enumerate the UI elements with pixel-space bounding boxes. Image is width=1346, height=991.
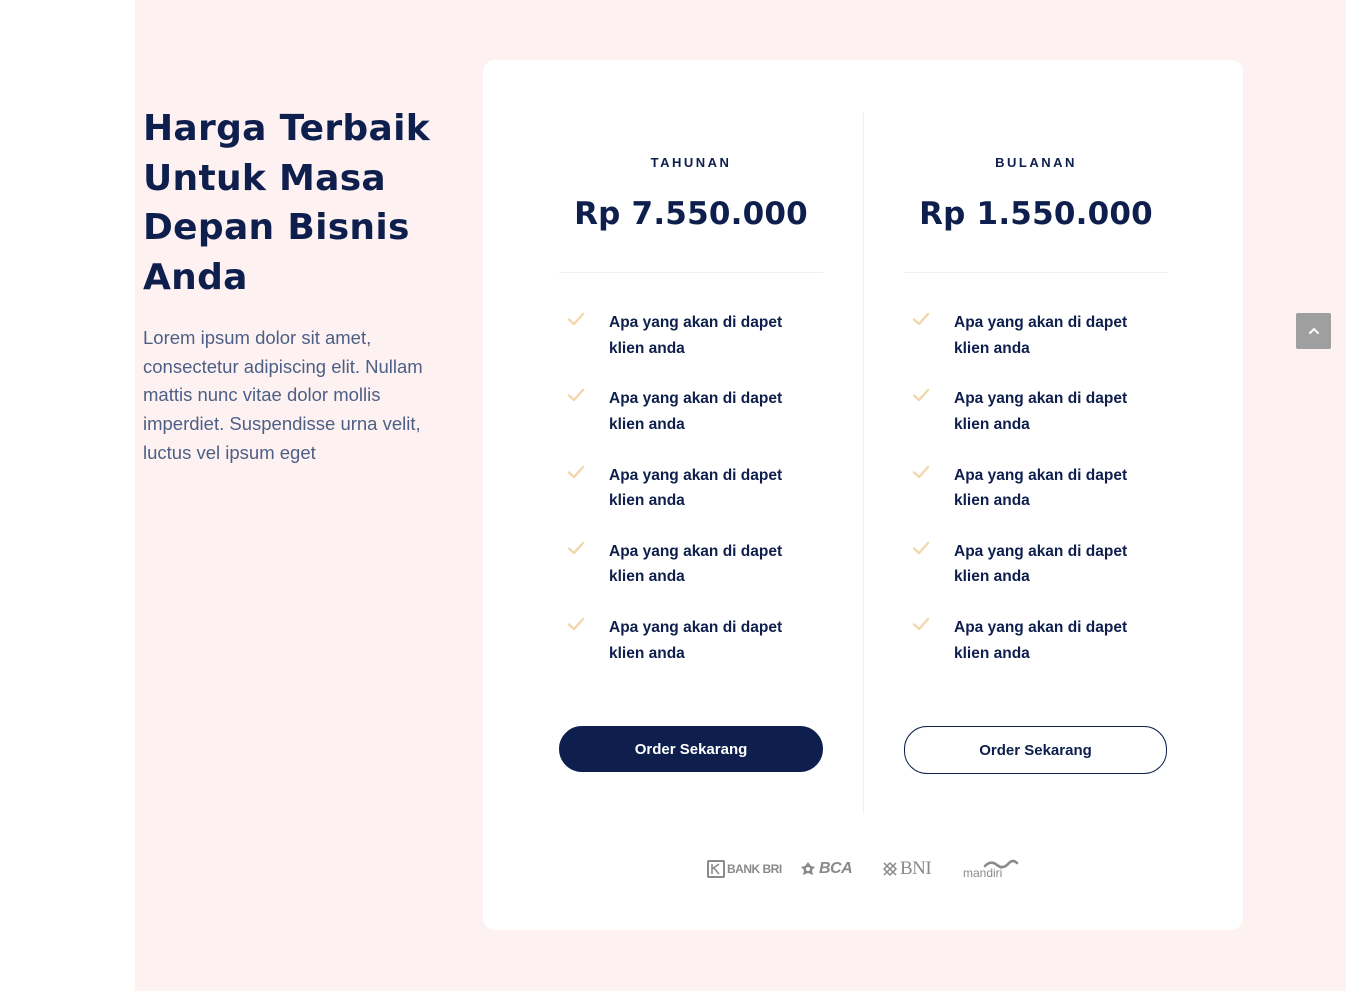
feature-text: Apa yang akan di dapet klien anda bbox=[954, 542, 1128, 586]
bri-mark-icon bbox=[707, 860, 725, 878]
mandiri-wave-icon bbox=[983, 859, 1019, 869]
plan-name: TAHUNAN bbox=[650, 155, 732, 170]
plan-separator bbox=[559, 272, 823, 273]
check-icon bbox=[567, 389, 585, 402]
feature-list: Apa yang akan di dapet klien anda Apa ya… bbox=[904, 310, 1168, 691]
payment-bank-logos: BANK BRI BCA BNI mandiri bbox=[707, 857, 1023, 881]
feature-item: Apa yang akan di dapet klien anda bbox=[904, 539, 1168, 615]
feature-text: Apa yang akan di dapet klien anda bbox=[609, 619, 783, 662]
bank-bca-logo: BCA bbox=[800, 860, 868, 878]
feature-item: Apa yang akan di dapet klien anda bbox=[559, 463, 823, 539]
feature-item: Apa yang akan di dapet klien anda bbox=[559, 539, 823, 615]
plan-price: Rp 7.550.000 bbox=[574, 196, 808, 232]
feature-text: Apa yang akan di dapet klien anda bbox=[609, 390, 783, 433]
pricing-intro: Harga Terbaik Untuk Masa Depan Bisnis An… bbox=[143, 104, 443, 468]
feature-item: Apa yang akan di dapet klien anda bbox=[559, 310, 823, 386]
feature-item: Apa yang akan di dapet klien anda bbox=[559, 386, 823, 462]
feature-text: Apa yang akan di dapet klien anda bbox=[954, 314, 1128, 357]
check-icon bbox=[567, 465, 585, 478]
plan-price: Rp 1.550.000 bbox=[919, 196, 1153, 232]
bca-mark-icon bbox=[801, 862, 815, 875]
feature-text: Apa yang akan di dapet klien anda bbox=[954, 466, 1128, 510]
pricing-card: TAHUNAN Rp 7.550.000 Apa yang akan di da… bbox=[483, 60, 1243, 930]
check-icon bbox=[912, 389, 930, 402]
check-icon bbox=[912, 465, 930, 478]
feature-text: Apa yang akan di dapet klien anda bbox=[609, 542, 783, 586]
bank-mandiri-logo: mandiri bbox=[963, 858, 1023, 880]
feature-item: Apa yang akan di dapet klien anda bbox=[559, 615, 823, 691]
check-icon bbox=[912, 541, 930, 555]
bank-bri-name: BANK BRI bbox=[727, 862, 782, 876]
feature-text: Apa yang akan di dapet klien anda bbox=[954, 390, 1128, 433]
order-button-monthly[interactable]: Order Sekarang bbox=[904, 726, 1167, 774]
feature-list: Apa yang akan di dapet klien anda Apa ya… bbox=[559, 310, 823, 691]
check-icon bbox=[912, 617, 930, 631]
section-description: Lorem ipsum dolor sit amet, consectetur … bbox=[143, 327, 423, 463]
feature-item: Apa yang akan di dapet klien anda bbox=[904, 386, 1168, 462]
plan-separator bbox=[904, 272, 1168, 273]
check-icon bbox=[567, 541, 585, 555]
plan-name: BULANAN bbox=[995, 155, 1077, 170]
order-button-yearly[interactable]: Order Sekarang bbox=[559, 726, 823, 772]
feature-text: Apa yang akan di dapet klien anda bbox=[609, 314, 783, 357]
feature-item: Apa yang akan di dapet klien anda bbox=[904, 615, 1168, 691]
chevron-up-icon bbox=[1308, 327, 1319, 334]
feature-item: Apa yang akan di dapet klien anda bbox=[904, 310, 1168, 386]
section-heading: Harga Terbaik Untuk Masa Depan Bisnis An… bbox=[143, 108, 430, 298]
bni-mark-icon bbox=[882, 861, 898, 877]
bank-bni-name: BNI bbox=[900, 858, 932, 879]
check-icon bbox=[912, 312, 930, 326]
bank-bni-logo: BNI bbox=[882, 858, 950, 880]
check-icon bbox=[567, 617, 585, 631]
feature-item: Apa yang akan di dapet klien anda bbox=[904, 463, 1168, 539]
plan-divider bbox=[863, 112, 864, 814]
bank-bri-logo: BANK BRI bbox=[707, 860, 785, 878]
check-icon bbox=[567, 312, 585, 326]
scroll-to-top-button[interactable] bbox=[1296, 313, 1331, 349]
feature-text: Apa yang akan di dapet klien anda bbox=[609, 466, 783, 510]
feature-text: Apa yang akan di dapet klien anda bbox=[954, 619, 1128, 662]
bank-bca-name: BCA bbox=[819, 860, 853, 877]
